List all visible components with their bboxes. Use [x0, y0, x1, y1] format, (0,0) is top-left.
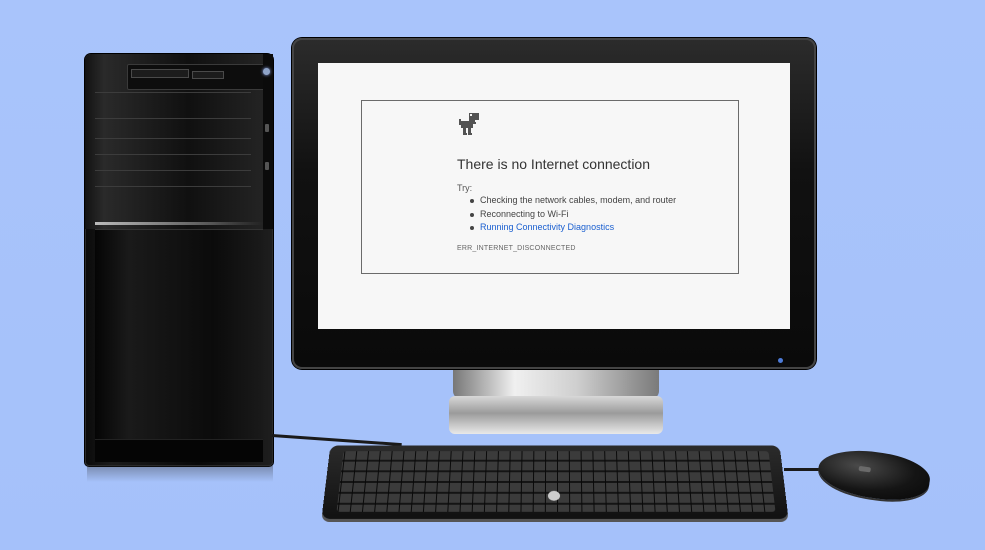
- bay-divider: [95, 154, 251, 155]
- desktop-tower: [85, 54, 273, 466]
- monitor-screen: There is no Internet connection Try: Che…: [318, 63, 790, 329]
- monitor-stand: [449, 396, 663, 434]
- try-label: Try:: [457, 183, 473, 193]
- eject-button[interactable]: [265, 162, 269, 170]
- dino-icon: [459, 113, 479, 135]
- suggestion-item: Running Connectivity Diagnostics: [469, 221, 676, 235]
- card-reader: [127, 64, 269, 90]
- mouse[interactable]: [815, 444, 933, 506]
- card-slot-a: [131, 69, 189, 78]
- suggestion-list: Checking the network cables, modem, and …: [469, 194, 676, 235]
- power-icon[interactable]: [263, 68, 270, 75]
- tower-foot: [95, 439, 263, 462]
- suggestion-item: Reconnecting to Wi-Fi: [469, 208, 676, 222]
- monitor: There is no Internet connection Try: Che…: [292, 38, 816, 369]
- card-slot-b: [192, 71, 224, 79]
- bay-divider: [95, 138, 251, 139]
- bay-divider: [95, 118, 251, 119]
- scroll-wheel[interactable]: [858, 465, 872, 473]
- tower-side-strip: [263, 54, 273, 229]
- error-title: There is no Internet connection: [457, 156, 651, 172]
- mouse-cable: [784, 468, 822, 471]
- tower-highlight: [95, 222, 263, 225]
- bay-divider: [95, 170, 251, 171]
- keyboard-cable: [271, 434, 402, 447]
- error-code: ERR_INTERNET_DISCONNECTED: [457, 245, 576, 252]
- keyboard: [321, 445, 789, 519]
- tower-reflection: [87, 466, 273, 482]
- suggestion-item: Checking the network cables, modem, and …: [469, 194, 676, 208]
- diagnostics-link[interactable]: Running Connectivity Diagnostics: [480, 222, 614, 232]
- brand-logo-icon: [547, 490, 561, 501]
- bay-divider: [95, 92, 251, 93]
- error-panel: There is no Internet connection Try: Che…: [361, 100, 739, 274]
- eject-button[interactable]: [265, 124, 269, 132]
- keyboard-keys[interactable]: [336, 451, 776, 512]
- tower-front-door: [95, 229, 263, 440]
- monitor-power-icon[interactable]: [778, 358, 783, 363]
- monitor-neck: [453, 369, 659, 399]
- bay-divider: [95, 186, 251, 187]
